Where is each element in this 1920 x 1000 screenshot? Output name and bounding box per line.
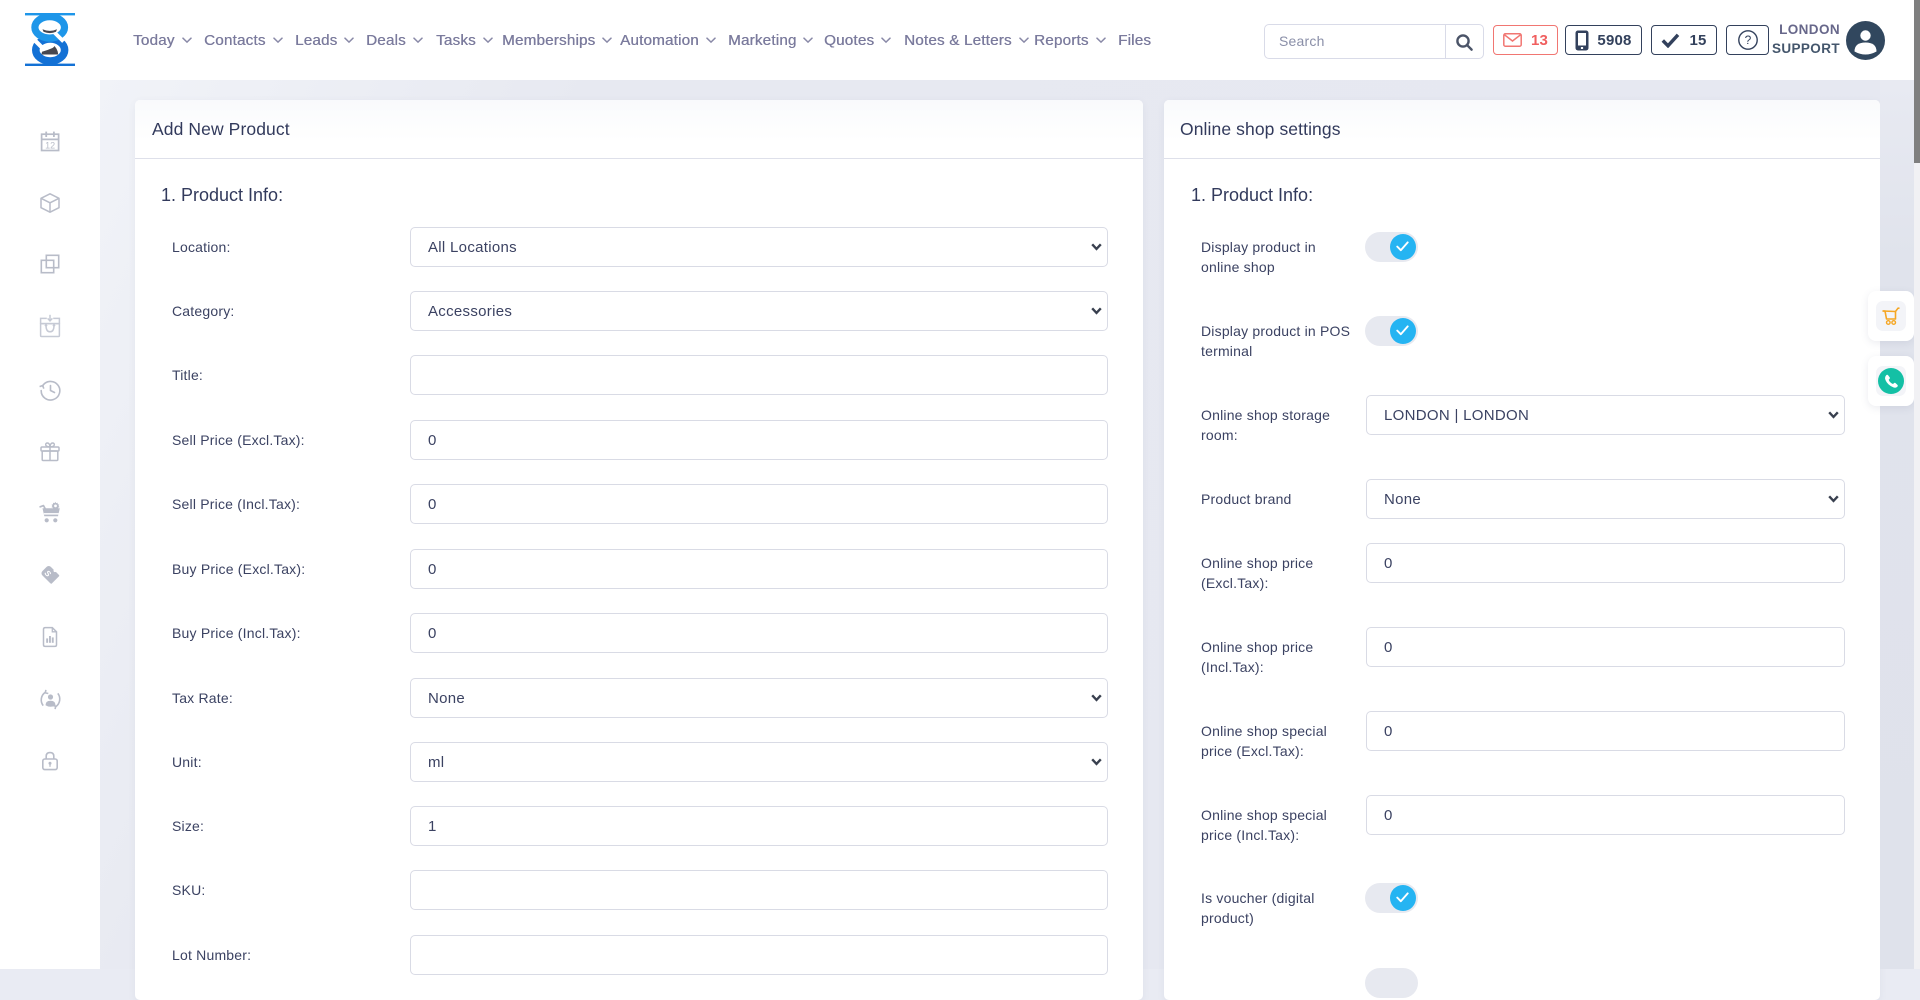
svg-text:12: 12	[45, 140, 55, 150]
